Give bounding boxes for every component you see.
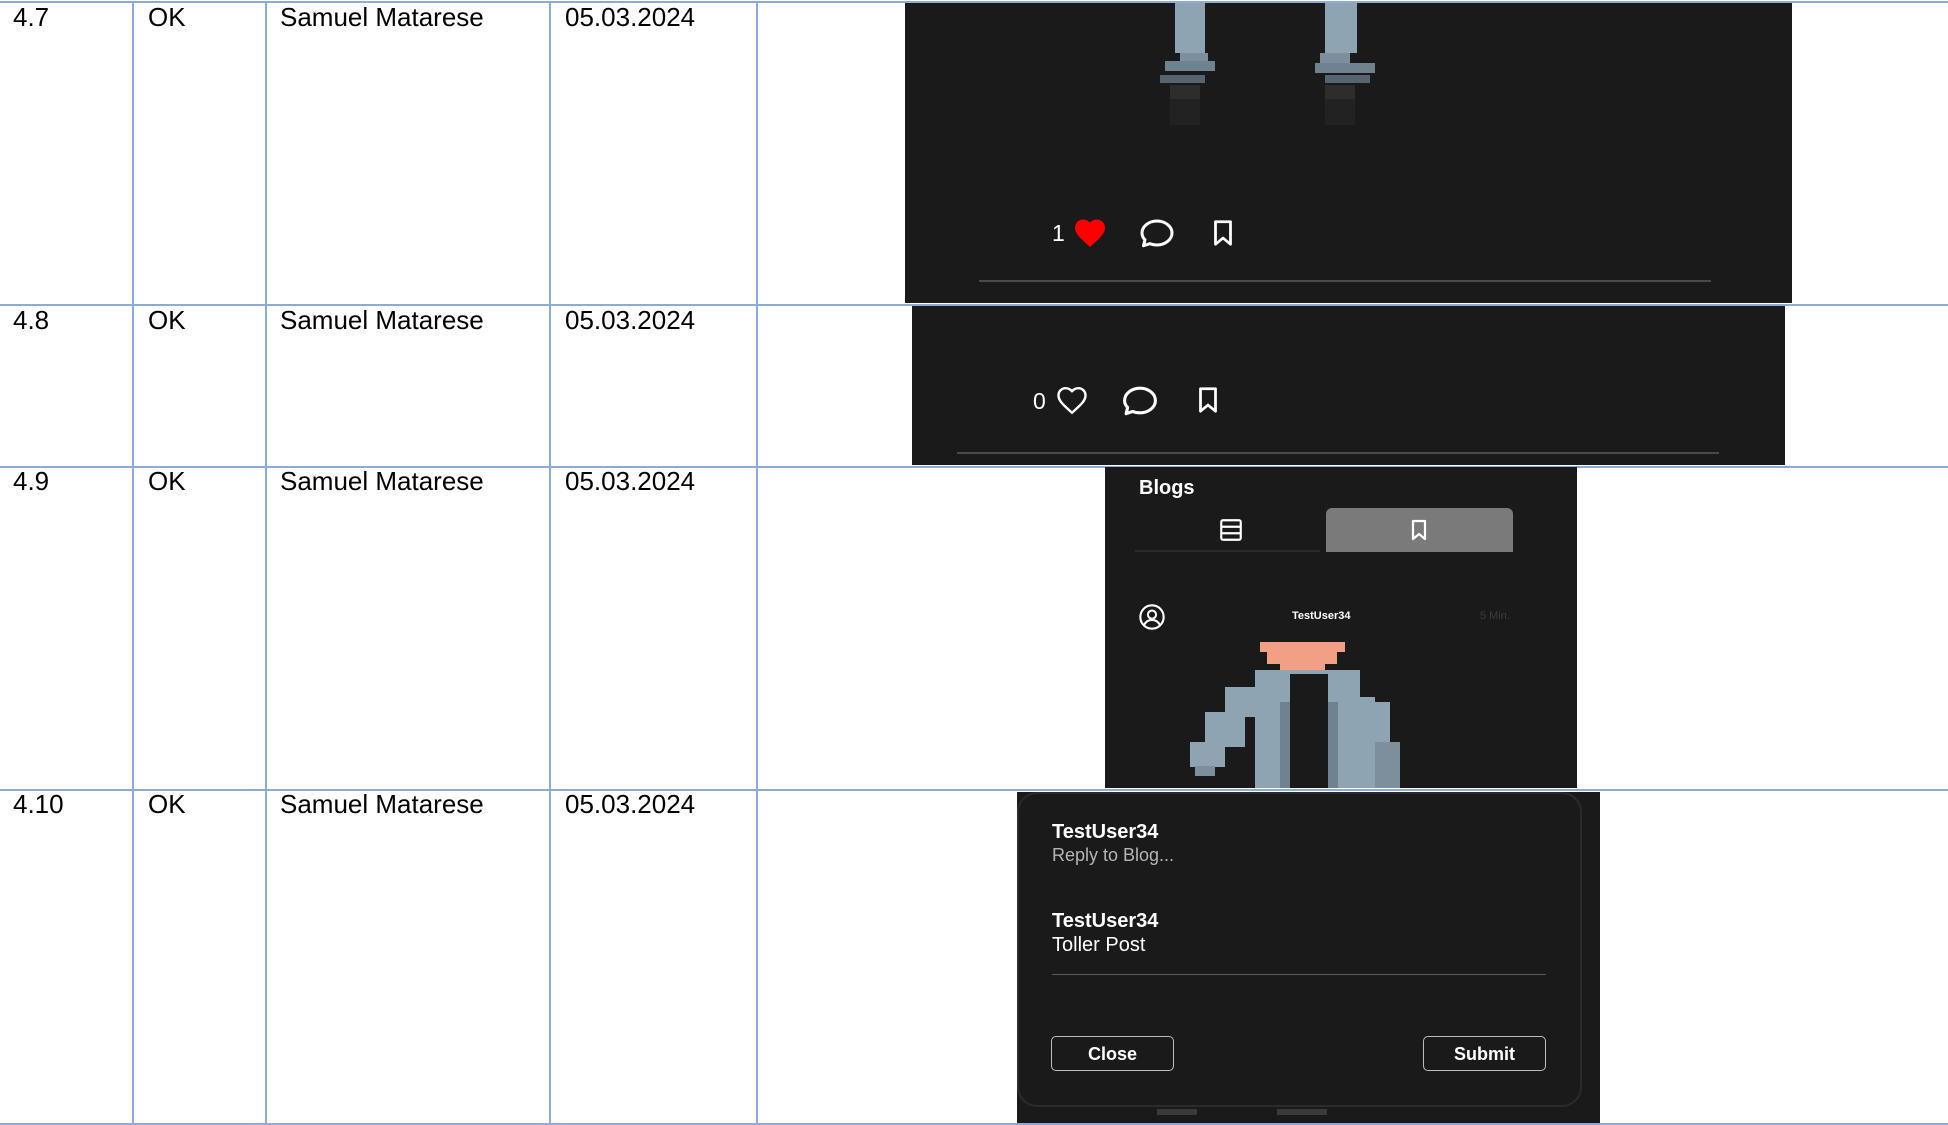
row-status: OK	[148, 305, 186, 335]
post-divider	[957, 452, 1719, 454]
row-date: 05.03.2024	[565, 789, 696, 819]
character-feet-image	[1160, 3, 1375, 125]
post-divider	[979, 280, 1711, 282]
comment-username: TestUser34	[1052, 910, 1159, 932]
row-tester: Samuel Matarese	[280, 305, 484, 335]
like-count: 0	[1033, 388, 1046, 414]
comment-icon[interactable]	[1138, 215, 1176, 251]
row-id: 4.9	[13, 466, 50, 496]
heart-filled-icon[interactable]	[1071, 215, 1109, 251]
row-status: OK	[148, 789, 186, 819]
heart-outline-icon[interactable]	[1053, 382, 1091, 418]
row-date: 05.03.2024	[565, 466, 696, 496]
screenshot-comment-modal: TestUser34 Reply to Blog... TestUser34 T…	[1017, 792, 1600, 1123]
column-divider	[132, 1, 134, 1125]
bookmark-icon[interactable]	[1208, 216, 1238, 250]
row-tester: Samuel Matarese	[280, 789, 484, 819]
reply-input[interactable]: Reply to Blog...	[1052, 845, 1174, 866]
row-date: 05.03.2024	[565, 305, 696, 335]
post-username[interactable]: TestUser34	[1292, 610, 1351, 622]
screenshot-post-unliked: 0	[912, 306, 1785, 465]
comment-dialog: TestUser34 Reply to Blog... TestUser34 T…	[1017, 792, 1582, 1107]
like-count: 1	[1052, 220, 1065, 246]
character-feet-image	[1157, 1109, 1327, 1115]
row-date: 05.03.2024	[565, 2, 696, 32]
list-icon[interactable]	[1218, 516, 1244, 544]
blogs-header: Blogs	[1139, 477, 1195, 499]
comment-username: TestUser34	[1052, 821, 1159, 843]
column-divider	[265, 1, 267, 1125]
screenshot-post-liked: 1	[905, 3, 1792, 303]
comment-icon[interactable]	[1120, 382, 1160, 419]
bookmark-icon	[1411, 519, 1427, 541]
screenshot-blogs-saved: Blogs TestUser34 5 Min.	[1105, 467, 1577, 788]
row-id: 4.7	[13, 2, 50, 32]
character-image	[1190, 642, 1400, 788]
tab-underline	[1135, 550, 1320, 552]
row-status: OK	[148, 2, 186, 32]
row-status: OK	[148, 466, 186, 496]
submit-button[interactable]: Submit	[1423, 1036, 1546, 1071]
column-divider	[756, 1, 758, 1125]
bookmark-icon[interactable]	[1193, 383, 1223, 417]
close-button[interactable]: Close	[1051, 1036, 1174, 1071]
comment-text: Toller Post	[1052, 934, 1146, 956]
column-divider	[549, 1, 551, 1125]
row-tester: Samuel Matarese	[280, 2, 484, 32]
row-id: 4.8	[13, 305, 50, 335]
comment-divider	[1052, 974, 1546, 975]
user-avatar-icon[interactable]	[1138, 603, 1166, 631]
post-time: 5 Min.	[1480, 610, 1510, 622]
row-id: 4.10	[13, 789, 64, 819]
tab-saved[interactable]	[1326, 508, 1513, 552]
row-tester: Samuel Matarese	[280, 466, 484, 496]
